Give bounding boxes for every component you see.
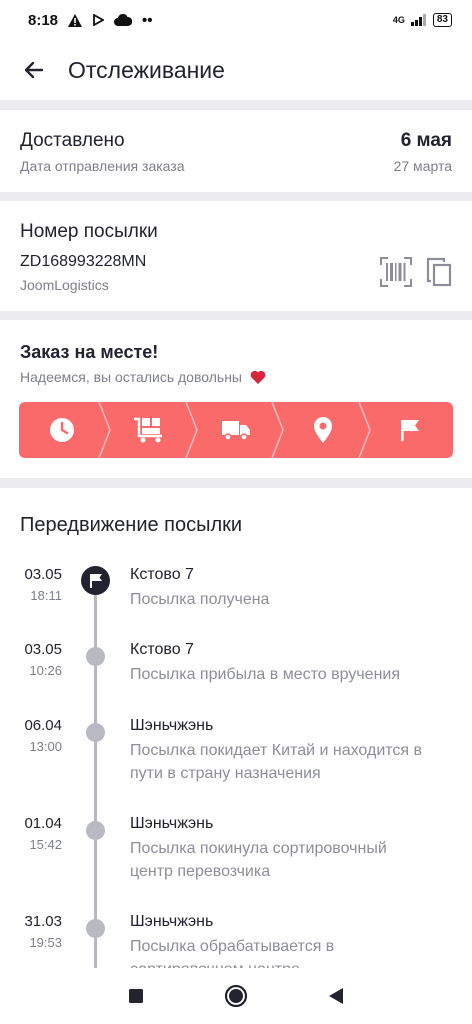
event-description: Посылка покидает Китай и находится в пут…	[130, 742, 423, 782]
network-label: 4G	[392, 15, 405, 25]
progress-step-ordered	[19, 402, 111, 458]
parcel-heading: Номер посылки	[20, 221, 158, 242]
play-icon	[93, 14, 105, 26]
back-nav-button[interactable]	[328, 987, 344, 1005]
page-title: Отслеживание	[68, 56, 225, 83]
event-date: 31.03	[24, 913, 62, 930]
delivered-date: 6 мая	[400, 130, 452, 151]
flag-icon	[89, 573, 102, 588]
system-navigation-bar	[0, 968, 472, 1024]
event-date: 01.04	[24, 815, 62, 832]
event-time: 18:11	[30, 588, 62, 603]
cloud-icon	[114, 13, 133, 26]
battery-indicator: 83	[432, 13, 452, 27]
event-description: Посылка обрабатывается в сортировочном ц…	[130, 938, 335, 968]
arrival-heading: Заказ на месте!	[20, 342, 159, 362]
copy-icon[interactable]	[426, 257, 452, 287]
truck-icon	[221, 421, 250, 441]
event-place: Шэньчжэнь	[130, 913, 214, 930]
event-description: Посылка прибыла в место вручения	[130, 666, 400, 683]
heart-icon	[250, 370, 266, 384]
delivery-status-card: Доставлено 6 мая Дата отправления заказа…	[0, 110, 472, 192]
event-time: 10:26	[29, 663, 62, 678]
parcel-movement-card: Передвижение посылки 03.05 18:11 Кстово …	[0, 488, 472, 968]
home-button[interactable]	[224, 984, 248, 1008]
timeline-dot	[86, 919, 105, 938]
progress-step-received	[366, 402, 453, 458]
timeline-line	[94, 580, 97, 968]
event-date: 03.05	[24, 566, 62, 583]
delivery-status: Доставлено	[20, 130, 125, 151]
flag-icon	[400, 420, 419, 441]
event-date: 06.04	[24, 717, 62, 734]
clock-time: 8:18	[28, 11, 59, 29]
warehouse-cart-icon	[134, 417, 163, 443]
location-pin-icon	[313, 417, 332, 443]
timeline-dot	[86, 723, 105, 742]
delivery-progress-bar	[19, 402, 453, 458]
current-status-marker	[81, 566, 110, 595]
event-description: Посылка покинула сортировочный центр пер…	[130, 840, 387, 880]
clock-icon	[50, 418, 75, 442]
parcel-number-card: Номер посылки ZD168993228MN JoomLogistic…	[0, 201, 472, 311]
progress-step-arrived	[279, 402, 371, 458]
more-notifications-icon: ••	[142, 11, 153, 29]
event-date: 03.05	[24, 641, 62, 658]
timeline-dot	[86, 647, 105, 666]
tracking-timeline: 03.05 18:11 Кстово 7 Посылка получена 03…	[0, 488, 472, 968]
status-bar: 8:18 •• 4G 83	[0, 0, 472, 40]
event-description: Посылка получена	[130, 591, 270, 608]
arrival-card: Заказ на месте! Надеемся, вы остались до…	[0, 320, 472, 478]
sent-date: 27 марта	[393, 158, 452, 174]
arrival-message-row: Надеемся, вы остались довольны	[20, 369, 452, 385]
event-time: 15:42	[29, 837, 62, 852]
event-place: Кстово 7	[130, 641, 194, 658]
event-time: 19:53	[29, 935, 62, 950]
back-arrow-icon	[24, 61, 44, 79]
back-button[interactable]	[14, 50, 54, 90]
event-place: Шэньчжэнь	[130, 815, 214, 832]
signal-icon	[410, 14, 426, 26]
warning-icon	[68, 13, 83, 27]
status-caption: Дата отправления заказа	[20, 158, 185, 174]
app-bar: Отслеживание	[0, 40, 472, 100]
event-time: 13:00	[29, 739, 62, 754]
progress-step-warehouse	[106, 402, 198, 458]
progress-step-in-transit	[193, 402, 285, 458]
recent-apps-button[interactable]	[128, 988, 144, 1004]
timeline-dot	[86, 821, 105, 840]
arrival-message: Надеемся, вы остались довольны	[20, 369, 242, 385]
barcode-icon[interactable]	[380, 257, 412, 287]
event-place: Кстово 7	[130, 566, 194, 583]
event-place: Шэньчжэнь	[130, 717, 214, 734]
